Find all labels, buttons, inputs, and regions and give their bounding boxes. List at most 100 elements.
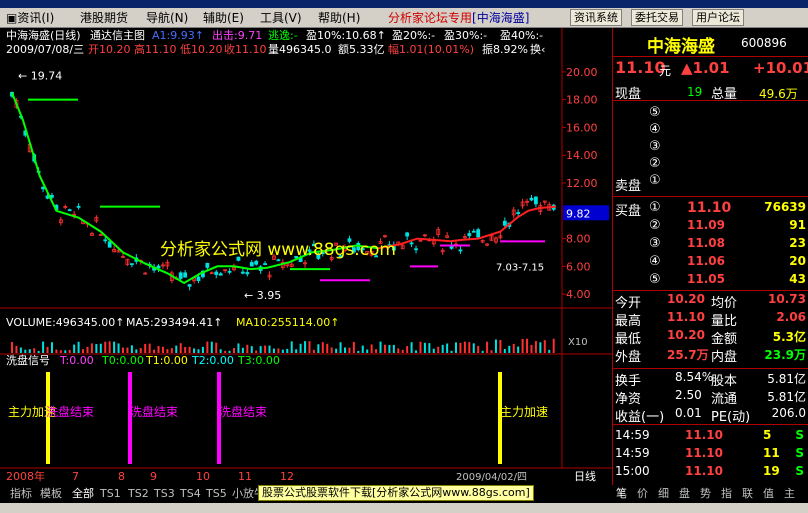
kline-chart[interactable]: 中海海盛(日线) 通达信主图 A1:9.93↑ 出击:9.71 逃逸:- 盈10… [0, 28, 612, 485]
price-tick-label: 6.00 [566, 260, 591, 273]
panel-tab[interactable]: 主 [784, 487, 795, 501]
user-forum-button[interactable]: 用户论坛 [692, 9, 744, 26]
candle-body [214, 271, 219, 275]
bottom-tab[interactable]: TS3 [154, 487, 175, 501]
volume-bar [268, 345, 271, 353]
volume-bar [503, 348, 506, 353]
volume-bar [122, 347, 124, 353]
price-tick-label: 8.00 [566, 233, 591, 246]
tick-time: 15:00 [615, 464, 650, 478]
volume-bar [286, 348, 289, 353]
amplitude-value: 振8.92% [482, 42, 528, 56]
candle-body [529, 197, 534, 201]
buy-level-num: ② [649, 218, 661, 233]
bottom-tab[interactable]: TS1 [100, 487, 121, 501]
price-change: ▲1.01 [681, 59, 730, 77]
fund-label: 收益(一) [615, 410, 665, 425]
volume-bar [521, 339, 524, 353]
forum-text: 分析家论坛专用[中海海盛] [388, 11, 530, 25]
volume-bar [188, 346, 191, 353]
price-tick-label: 18.00 [566, 94, 598, 107]
title-bar [0, 0, 808, 8]
volume-bar [259, 346, 262, 353]
panel-tab[interactable]: 联 [742, 487, 753, 501]
indicator-t3: T3:0.00 [237, 354, 280, 367]
time-axis-label: 12 [280, 470, 294, 483]
time-axis-label: 10 [196, 470, 210, 483]
volume-bar [241, 347, 244, 353]
volume-bar [73, 344, 76, 353]
menu-item-hk-futures[interactable]: 港股期货 [80, 10, 128, 26]
volume-bar [104, 341, 107, 353]
tick-volume: 5 [763, 428, 772, 442]
menu-bullet-icon: ▣ [6, 11, 18, 25]
menu-item-tools[interactable]: 工具(V) [260, 10, 302, 26]
volume-bar [388, 344, 391, 353]
volume-bar [206, 341, 209, 353]
ad-banner[interactable]: 股票公式股票软件下载[分析家公式网www.88gs.com] [258, 485, 534, 501]
bottom-tab[interactable]: TS2 [128, 487, 149, 501]
stat-value: 23.9万 [764, 348, 806, 362]
volume-bar [539, 342, 542, 353]
bottom-tab[interactable]: TS5 [206, 487, 227, 501]
volume-bar [219, 349, 222, 353]
bottom-tab[interactable]: 全部 [72, 487, 94, 501]
app-window: ▣资讯(I) 港股期货 导航(N) 辅助(E) 工具(V) 帮助(H) 分析家论… [0, 0, 808, 513]
stat-label: 内盘 [711, 350, 738, 365]
stat-label: 最低 [615, 332, 642, 347]
high-value: 高11.10 [134, 42, 177, 56]
trade-button[interactable]: 委托交易 [631, 9, 683, 26]
volume-bar [135, 349, 138, 353]
current-price-label: 9.82 [566, 207, 591, 220]
panel-tab[interactable]: 势 [700, 487, 711, 501]
panel-tab[interactable]: 细 [658, 487, 669, 501]
volume-bar [428, 343, 431, 353]
candle-body [516, 212, 521, 214]
panel-tab[interactable]: 盘 [679, 487, 690, 501]
chuji-value: 出击:9.71 [212, 28, 262, 42]
volume-bar [201, 346, 204, 353]
fund-value: 206.0 [771, 406, 806, 420]
candle-body [67, 209, 72, 212]
buy-level-price: 11.08 [687, 236, 725, 250]
panel-tab[interactable]: 值 [763, 487, 774, 501]
chart-area[interactable]: 中海海盛(日线) 通达信主图 A1:9.93↑ 出击:9.71 逃逸:- 盈10… [0, 28, 612, 485]
chart-date: 2009/07/08/三 [6, 43, 84, 56]
low-value: 低10.20 [180, 43, 223, 56]
volume-bar [117, 343, 120, 353]
panel-tab[interactable]: 笔 [616, 487, 627, 501]
volume-bar [246, 344, 249, 353]
time-axis-label: 9 [150, 470, 157, 483]
volume-bar [499, 339, 502, 353]
buy-level-volume: 23 [789, 236, 806, 250]
buy-label: 买盘 [615, 204, 642, 219]
volume-bar [304, 341, 307, 353]
info-system-button[interactable]: 资讯系统 [570, 9, 622, 26]
menu-item-info[interactable]: ▣资讯(I) [6, 10, 54, 26]
indicator-t1: T1:0.00 [145, 354, 188, 367]
buy-level-price: 11.09 [687, 218, 725, 232]
menu-item-help[interactable]: 帮助(H) [318, 10, 360, 26]
volume-bar [126, 347, 129, 353]
volume-bar [228, 350, 231, 353]
stat-value: 10.20 [667, 328, 705, 342]
volume-bar [415, 350, 418, 353]
ying20-value: 盈20%:- [392, 29, 435, 42]
panel-tab[interactable]: 价 [637, 487, 648, 501]
menu-item-nav[interactable]: 导航(N) [146, 10, 188, 26]
stat-label: 今开 [615, 296, 642, 311]
range-value: 幅1.01(10.01%) [388, 43, 474, 56]
volume-bar [366, 349, 369, 353]
volume-bar [481, 350, 484, 353]
buy-level-price: 11.06 [687, 254, 725, 268]
bottom-tab[interactable]: TS4 [180, 487, 201, 501]
volume-bar [157, 345, 160, 353]
candle-body [227, 270, 232, 273]
panel-tab[interactable]: 指 [721, 487, 732, 501]
volume-bar [330, 347, 333, 353]
menu-item-assist[interactable]: 辅助(E) [203, 10, 244, 26]
price-tick-label: 14.00 [566, 149, 598, 162]
bottom-tab[interactable]: 模板 [40, 487, 62, 501]
bottom-tab[interactable]: 指标 [10, 487, 32, 501]
volume-bar [490, 350, 493, 353]
